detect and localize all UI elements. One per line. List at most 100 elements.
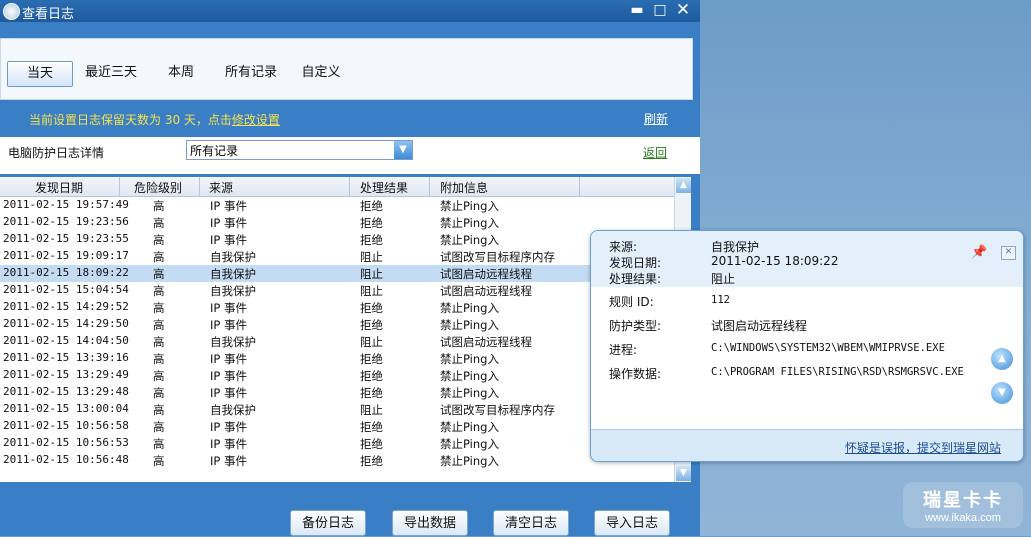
cell-date: 2011-02-15 13:29:48: [3, 385, 129, 398]
minimize-icon[interactable]: ▬: [628, 1, 646, 19]
rule-id-label: 规则 ID:: [609, 295, 654, 309]
column-header-result[interactable]: 处理结果: [360, 179, 408, 196]
report-false-positive-link[interactable]: 怀疑是误报，提交到瑞星网站: [845, 439, 1001, 456]
retention-text: 当前设置日志保留天数为 30 天，点击: [29, 113, 232, 127]
table-row[interactable]: 2011-02-15 13:39:16 高 IP 事件 拒绝 禁止Ping入: [0, 350, 674, 367]
cell-date: 2011-02-15 19:57:49: [3, 198, 129, 211]
import-log-button[interactable]: 导入日志: [594, 510, 670, 536]
cell-src: 自我保护: [210, 267, 256, 281]
table-row[interactable]: 2011-02-15 18:09:22 高 自我保护 阻止 试图启动远程线程: [0, 265, 674, 282]
back-link[interactable]: 返回: [643, 144, 667, 161]
table-row[interactable]: 2011-02-15 14:04:50 高 自我保护 阻止 试图启动远程线程: [0, 333, 674, 350]
column-header-source[interactable]: 来源: [209, 179, 233, 196]
table-row[interactable]: 2011-02-15 19:23:55 高 IP 事件 拒绝 禁止Ping入: [0, 231, 674, 248]
scroll-up-icon[interactable]: ▲: [676, 178, 691, 193]
cell-src: IP 事件: [210, 454, 247, 468]
window-title: 查看日志: [22, 7, 75, 22]
title-bar: 查看日志 ▬ □ ✕: [0, 0, 700, 22]
cell-src: 自我保护: [210, 250, 256, 264]
cell-info: 试图改写目标程序内存: [440, 250, 555, 264]
table-row[interactable]: 2011-02-15 14:29:50 高 IP 事件 拒绝 禁止Ping入: [0, 316, 674, 333]
table-header: 发现日期 危险级别 来源 处理结果 附加信息: [0, 177, 674, 197]
cell-risk: 高: [153, 437, 165, 451]
protection-type-value: 试图启动远程线程: [711, 319, 808, 333]
column-divider[interactable]: [119, 177, 120, 196]
tab-all-records[interactable]: 所有记录: [221, 61, 281, 85]
watermark-title: 瑞星卡卡: [923, 490, 1003, 510]
tab-this-week[interactable]: 本周: [161, 61, 201, 85]
cell-info: 试图启动远程线程: [440, 284, 532, 298]
maximize-icon[interactable]: □: [651, 1, 669, 19]
table-row[interactable]: 2011-02-15 10:56:58 高 IP 事件 拒绝 禁止Ping入: [0, 418, 674, 435]
table-row[interactable]: 2011-02-15 14:29:52 高 IP 事件 拒绝 禁止Ping入: [0, 299, 674, 316]
column-divider[interactable]: [349, 177, 350, 196]
filter-panel: 当天 最近三天 本周 所有记录 自定义: [0, 38, 693, 100]
cell-date: 2011-02-15 10:56:48: [3, 453, 129, 466]
popup-header: 来源: 自我保护 发现日期: 2011-02-15 18:09:22 处理结果:…: [591, 231, 1023, 287]
export-data-button[interactable]: 导出数据: [392, 510, 468, 536]
table-row[interactable]: 2011-02-15 13:29:49 高 IP 事件 拒绝 禁止Ping入: [0, 367, 674, 384]
scroll-down-icon[interactable]: ▼: [991, 382, 1013, 404]
source-value: 自我保护: [711, 240, 760, 254]
cell-res: 拒绝: [360, 386, 383, 400]
cell-risk: 高: [153, 199, 165, 213]
column-divider[interactable]: [579, 177, 580, 196]
detail-label: 电脑防护日志详情: [8, 146, 105, 160]
tab-today[interactable]: 当天: [7, 61, 73, 87]
modify-settings-link[interactable]: 修改设置: [232, 113, 280, 127]
column-header-info[interactable]: 附加信息: [440, 179, 488, 196]
cell-date: 2011-02-15 15:04:54: [3, 283, 129, 296]
cell-src: IP 事件: [210, 352, 247, 366]
cell-res: 拒绝: [360, 318, 383, 332]
cell-date: 2011-02-15 19:23:55: [3, 232, 129, 245]
table-row[interactable]: 2011-02-15 13:29:48 高 IP 事件 拒绝 禁止Ping入: [0, 384, 674, 401]
table-row[interactable]: 2011-02-15 10:56:48 高 IP 事件 拒绝 禁止Ping入: [0, 452, 674, 469]
process-label: 进程:: [609, 343, 638, 357]
pin-icon[interactable]: 📌: [971, 245, 987, 260]
column-divider[interactable]: [199, 177, 200, 196]
cell-info: 禁止Ping入: [440, 352, 499, 366]
close-icon[interactable]: ✕: [674, 1, 692, 19]
cell-info: 禁止Ping入: [440, 199, 499, 213]
cell-src: IP 事件: [210, 386, 247, 400]
log-table: 发现日期 危险级别 来源 处理结果 附加信息 2011-02-15 19:57:…: [0, 177, 691, 482]
cell-risk: 高: [153, 335, 165, 349]
cell-risk: 高: [153, 284, 165, 298]
table-row[interactable]: 2011-02-15 15:04:54 高 自我保护 阻止 试图启动远程线程: [0, 282, 674, 299]
tab-custom[interactable]: 自定义: [297, 61, 345, 85]
cell-date: 2011-02-15 13:39:16: [3, 351, 129, 364]
cell-res: 拒绝: [360, 369, 383, 383]
table-row[interactable]: 2011-02-15 19:23:56 高 IP 事件 拒绝 禁止Ping入: [0, 214, 674, 231]
refresh-link[interactable]: 刷新: [644, 110, 668, 127]
cell-res: 拒绝: [360, 216, 383, 230]
column-divider[interactable]: [429, 177, 430, 196]
record-filter-select[interactable]: 所有记录 ▼: [186, 140, 413, 160]
chevron-down-icon[interactable]: ▼: [394, 141, 412, 159]
column-header-risk[interactable]: 危险级别: [134, 179, 182, 196]
scroll-down-icon[interactable]: ▼: [676, 466, 691, 481]
cell-risk: 高: [153, 454, 165, 468]
cell-res: 阻止: [360, 250, 383, 264]
table-row[interactable]: 2011-02-15 13:00:04 高 自我保护 阻止 试图改写目标程序内存: [0, 401, 674, 418]
column-header-date[interactable]: 发现日期: [35, 179, 83, 196]
process-value: C:\WINDOWS\SYSTEM32\WBEM\WMIPRVSE.EXE: [711, 342, 945, 354]
table-row[interactable]: 2011-02-15 19:09:17 高 自我保护 阻止 试图改写目标程序内存: [0, 248, 674, 265]
backup-log-button[interactable]: 备份日志: [290, 510, 366, 536]
cell-date: 2011-02-15 19:09:17: [3, 249, 129, 262]
cell-res: 拒绝: [360, 420, 383, 434]
cell-date: 2011-02-15 13:29:49: [3, 368, 129, 381]
cell-info: 禁止Ping入: [440, 301, 499, 315]
log-detail-popup: 来源: 自我保护 发现日期: 2011-02-15 18:09:22 处理结果:…: [590, 230, 1024, 462]
close-icon[interactable]: ✕: [1001, 246, 1016, 260]
tab-last-three-days[interactable]: 最近三天: [81, 61, 141, 85]
cell-date: 2011-02-15 10:56:58: [3, 419, 129, 432]
cell-info: 禁止Ping入: [440, 437, 499, 451]
table-row[interactable]: 2011-02-15 19:57:49 高 IP 事件 拒绝 禁止Ping入: [0, 197, 674, 214]
detail-header: 电脑防护日志详情 所有记录 ▼ 返回: [0, 137, 700, 174]
table-row[interactable]: 2011-02-15 10:56:53 高 IP 事件 拒绝 禁止Ping入: [0, 435, 674, 452]
cell-risk: 高: [153, 386, 165, 400]
scroll-up-icon[interactable]: ▲: [991, 348, 1013, 370]
cell-date: 2011-02-15 13:00:04: [3, 402, 129, 415]
cell-risk: 高: [153, 301, 165, 315]
clear-log-button[interactable]: 清空日志: [493, 510, 569, 536]
